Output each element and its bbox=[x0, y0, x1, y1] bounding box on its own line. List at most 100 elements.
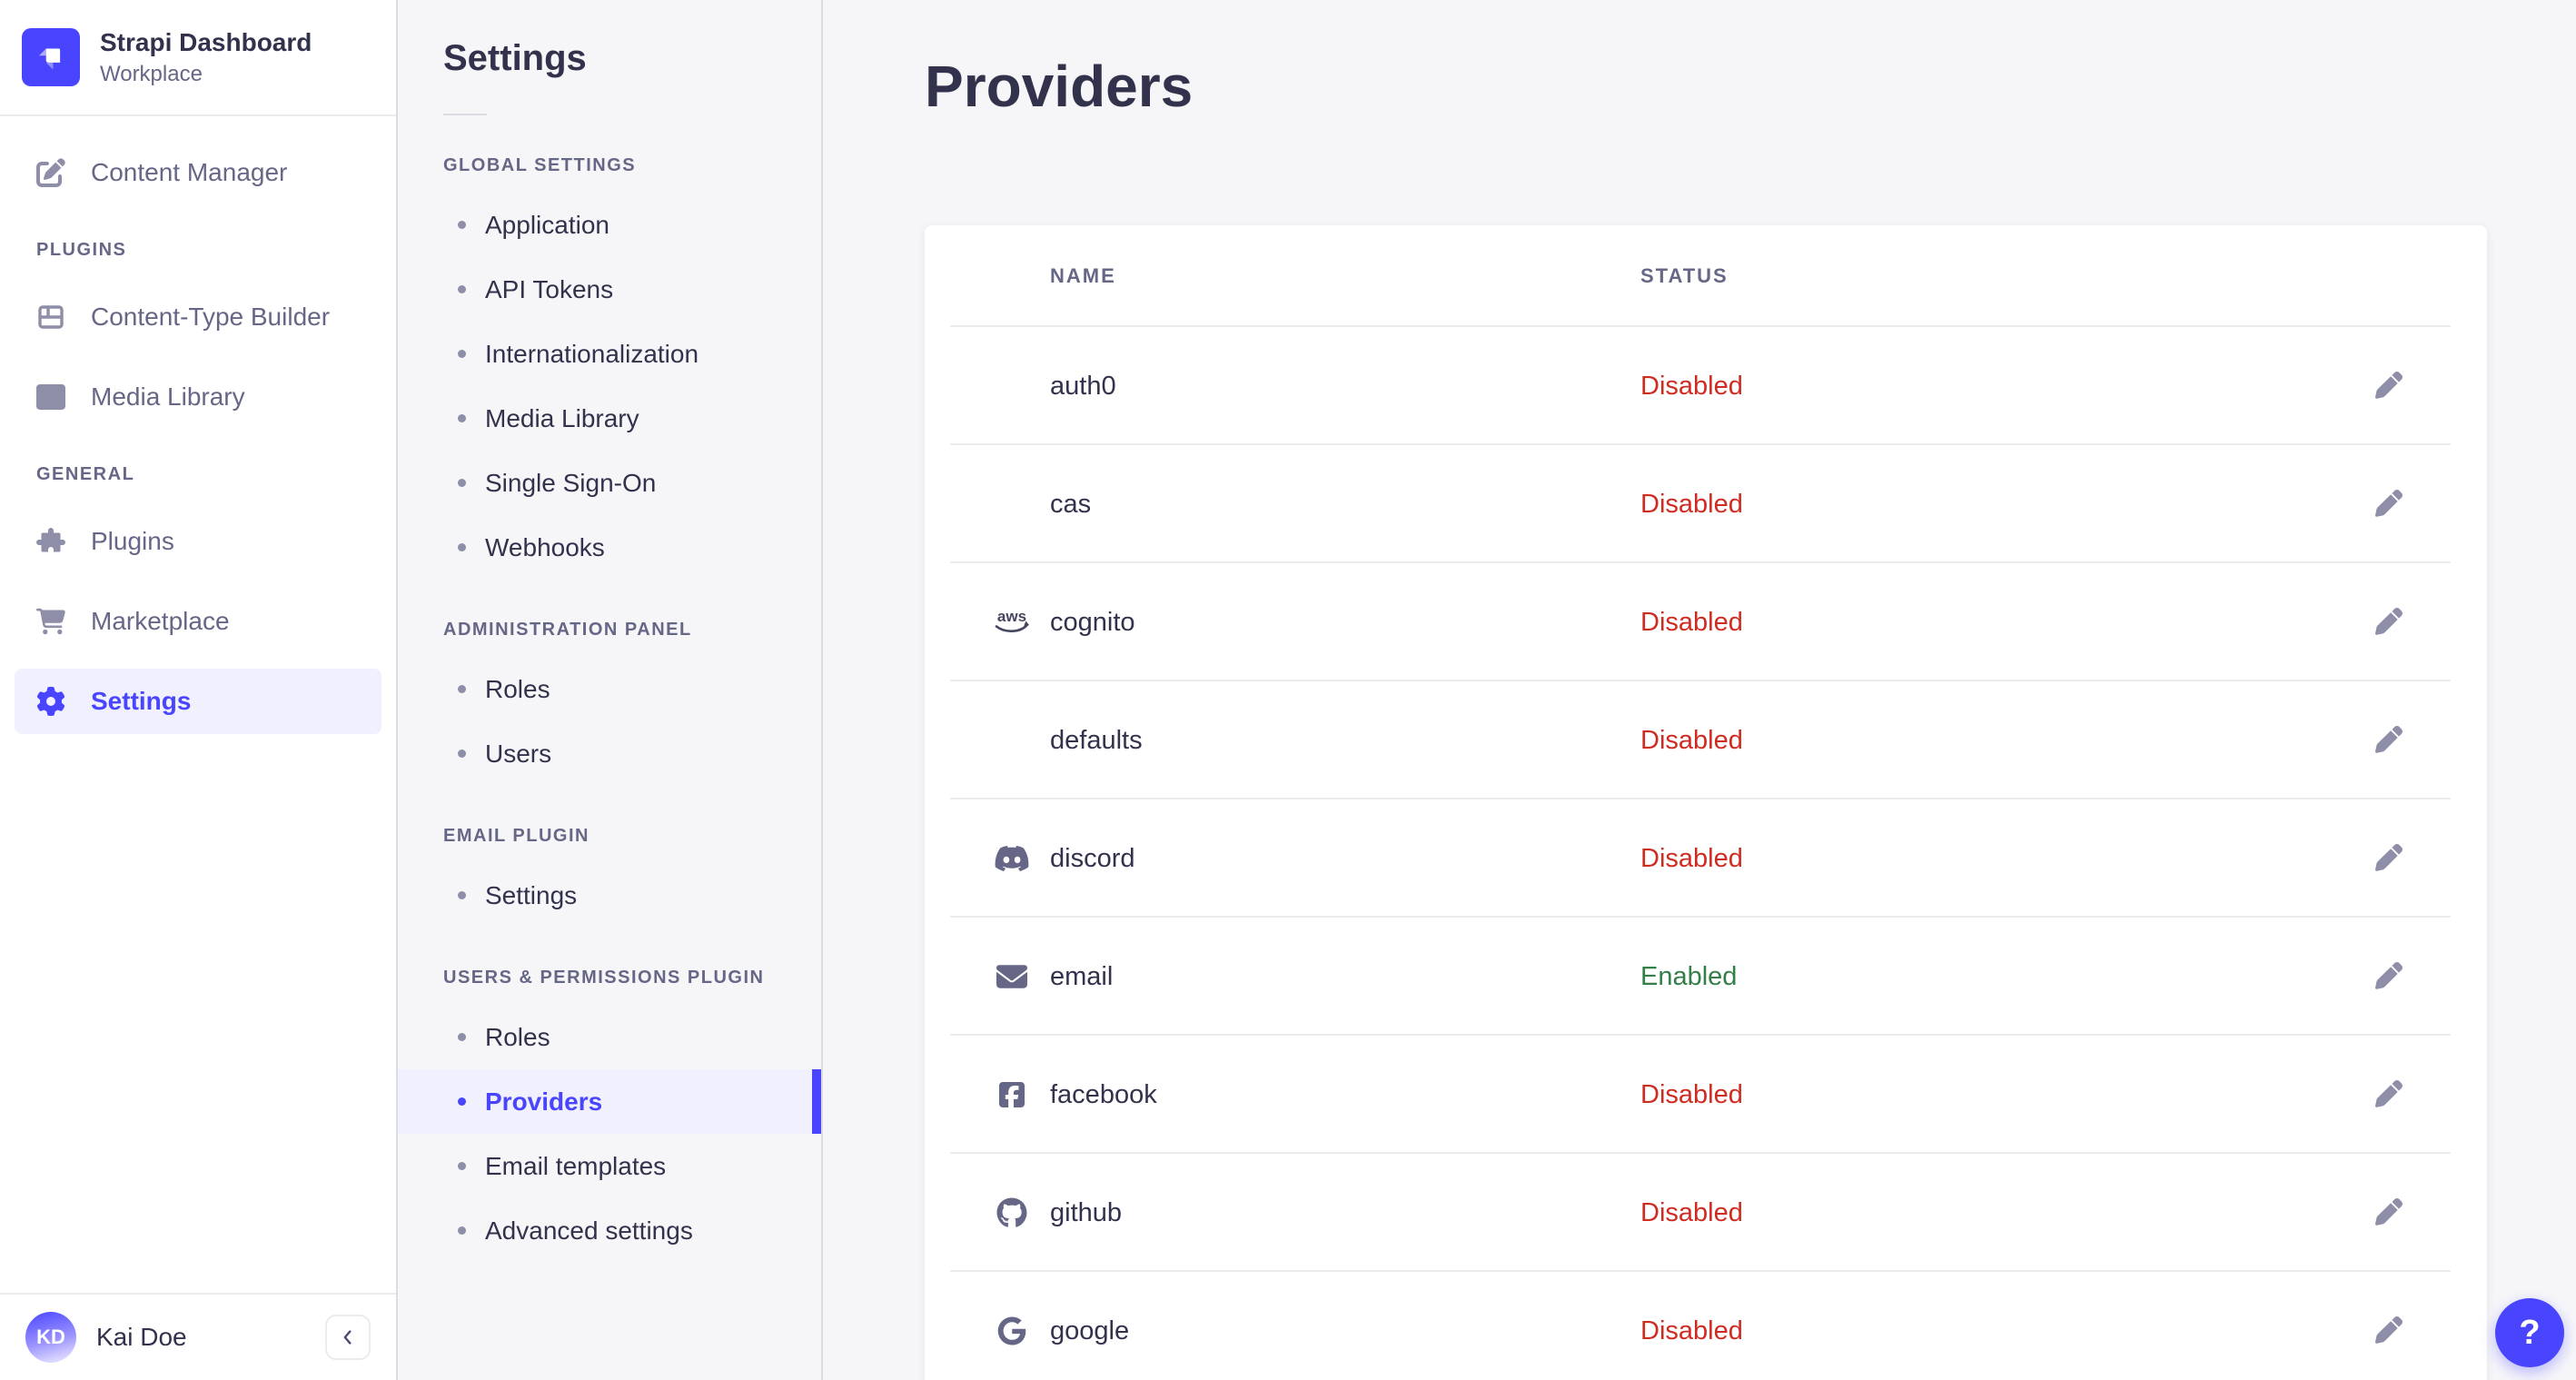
subnav-item-application[interactable]: Application bbox=[398, 193, 821, 257]
column-header-status: STATUS bbox=[1640, 264, 1729, 287]
subnav-item-roles[interactable]: Roles bbox=[398, 657, 821, 721]
table-row: discord Disabled bbox=[925, 799, 2487, 918]
bullet-icon bbox=[458, 543, 466, 551]
bullet-icon bbox=[458, 1097, 466, 1106]
provider-name: cognito bbox=[1050, 607, 1135, 637]
sidebar-nav: Content Manager PLUGINS Content-Type Bui… bbox=[0, 116, 396, 749]
provider-status: Disabled bbox=[1640, 489, 1743, 519]
subnav-item-api-tokens[interactable]: API Tokens bbox=[398, 257, 821, 322]
edit-provider-button[interactable] bbox=[2360, 829, 2418, 888]
subnav-item-label: Providers bbox=[485, 1087, 603, 1116]
subnav-section-label: EMAIL PLUGIN bbox=[443, 826, 590, 846]
subnav-section-label: GLOBAL SETTINGS bbox=[443, 155, 637, 175]
workspace-titles: Strapi Dashboard Workplace bbox=[100, 27, 312, 87]
subnav-item-users[interactable]: Users bbox=[398, 721, 821, 786]
subnav-item-settings[interactable]: Settings bbox=[398, 863, 821, 928]
content-type-builder-icon bbox=[38, 305, 64, 330]
google-icon bbox=[986, 1306, 1037, 1356]
bullet-icon bbox=[458, 891, 466, 899]
edit-provider-button[interactable] bbox=[2360, 593, 2418, 651]
sidebar-item-content-type-builder[interactable]: Content-Type Builder bbox=[15, 284, 381, 350]
subnav-sections: GLOBAL SETTINGS Application API Tokens Inte… bbox=[398, 155, 821, 1263]
provider-name: email bbox=[1050, 961, 1114, 991]
settings-subnav: Settings GLOBAL SETTINGS Application API T… bbox=[398, 0, 823, 1380]
bullet-icon bbox=[458, 1162, 466, 1170]
sidebar-item-label: Plugins bbox=[91, 527, 174, 556]
pencil-icon bbox=[2375, 725, 2403, 756]
sidebar-item-label: Settings bbox=[91, 687, 192, 716]
subnav-item-label: Settings bbox=[485, 880, 578, 909]
aws-icon: aws bbox=[986, 597, 1037, 648]
subnav-item-providers[interactable]: Providers bbox=[398, 1069, 821, 1134]
subnav-item-internationalization[interactable]: Internationalization bbox=[398, 322, 821, 386]
settings-gear-icon bbox=[36, 687, 65, 717]
edit-provider-button[interactable] bbox=[2360, 357, 2418, 415]
provider-status: Disabled bbox=[1640, 371, 1743, 401]
subnav-item-label: Media Library bbox=[485, 403, 639, 432]
pencil-icon bbox=[2375, 371, 2403, 402]
svg-text:aws: aws bbox=[997, 608, 1026, 625]
subnav-section: ADMINISTRATION PANEL Roles Users bbox=[398, 620, 821, 786]
user-name[interactable]: Kai Doe bbox=[96, 1323, 305, 1352]
subnav-item-advanced-settings[interactable]: Advanced settings bbox=[398, 1198, 821, 1263]
subnav-item-label: Webhooks bbox=[485, 532, 605, 561]
sidebar-item-label: Content Manager bbox=[91, 158, 288, 187]
pencil-icon bbox=[2375, 1197, 2403, 1228]
table-row: github Disabled bbox=[925, 1154, 2487, 1272]
marketplace-icon bbox=[36, 609, 65, 635]
subnav-title: Settings bbox=[443, 38, 587, 78]
subnav-item-media-library[interactable]: Media Library bbox=[398, 386, 821, 451]
provider-status: Disabled bbox=[1640, 725, 1743, 755]
sidebar-footer: KD Kai Doe bbox=[0, 1293, 396, 1380]
subnav-section: EMAIL PLUGIN Settings bbox=[398, 826, 821, 928]
pencil-icon bbox=[2375, 843, 2403, 874]
subnav-item-email-templates[interactable]: Email templates bbox=[398, 1134, 821, 1198]
pencil-icon bbox=[2375, 961, 2403, 992]
sidebar-item-content-manager[interactable]: Content Manager bbox=[15, 140, 381, 205]
sidebar-section-plugins: PLUGINS bbox=[36, 240, 127, 261]
workspace-header[interactable]: Strapi Dashboard Workplace bbox=[0, 0, 396, 117]
facebook-icon bbox=[986, 1069, 1037, 1120]
avatar[interactable]: KD bbox=[25, 1312, 76, 1363]
edit-provider-button[interactable] bbox=[2360, 711, 2418, 769]
table-row: auth0 Disabled bbox=[925, 327, 2487, 445]
subnav-item-label: Email templates bbox=[485, 1151, 667, 1180]
subnav-item-roles[interactable]: Roles bbox=[398, 1005, 821, 1069]
subnav-item-webhooks[interactable]: Webhooks bbox=[398, 515, 821, 580]
subnav-section: GLOBAL SETTINGS Application API Tokens Inte… bbox=[398, 155, 821, 580]
subnav-item-label: Roles bbox=[485, 1022, 550, 1051]
discord-icon bbox=[986, 833, 1037, 884]
bullet-icon bbox=[458, 350, 466, 358]
provider-status: Disabled bbox=[1640, 843, 1743, 873]
edit-provider-button[interactable] bbox=[2360, 1302, 2418, 1360]
bullet-icon bbox=[458, 285, 466, 293]
table-row: facebook Disabled bbox=[925, 1036, 2487, 1154]
bullet-icon bbox=[458, 414, 466, 422]
sidebar-item-media-library[interactable]: Media Library bbox=[15, 364, 381, 430]
sidebar-item-settings[interactable]: Settings bbox=[15, 669, 381, 735]
provider-status: Enabled bbox=[1640, 961, 1738, 991]
sidebar-item-marketplace[interactable]: Marketplace bbox=[15, 589, 381, 654]
help-button[interactable]: ? bbox=[2495, 1298, 2564, 1367]
edit-provider-button[interactable] bbox=[2360, 475, 2418, 533]
chevron-left-icon bbox=[343, 1330, 352, 1345]
content-manager-icon bbox=[36, 158, 65, 188]
edit-provider-button[interactable] bbox=[2360, 1184, 2418, 1242]
collapse-sidebar-button[interactable] bbox=[325, 1315, 371, 1360]
sidebar-item-label: Marketplace bbox=[91, 607, 230, 636]
subnav-section-label: ADMINISTRATION PANEL bbox=[443, 620, 692, 640]
sidebar-section-general: GENERAL bbox=[36, 464, 135, 485]
provider-status: Disabled bbox=[1640, 607, 1743, 637]
provider-status: Disabled bbox=[1640, 1315, 1743, 1345]
sidebar-item-plugins[interactable]: Plugins bbox=[15, 509, 381, 574]
subnav-item-single-sign-on[interactable]: Single Sign-On bbox=[398, 451, 821, 515]
edit-provider-button[interactable] bbox=[2360, 1066, 2418, 1124]
edit-provider-button[interactable] bbox=[2360, 948, 2418, 1006]
bullet-icon bbox=[458, 1226, 466, 1235]
provider-status: Disabled bbox=[1640, 1197, 1743, 1227]
github-icon bbox=[986, 1187, 1037, 1238]
bullet-icon bbox=[458, 685, 466, 693]
workspace-name: Workplace bbox=[100, 61, 203, 86]
table-row: aws cognito Disabled bbox=[925, 563, 2487, 681]
table-row: cas Disabled bbox=[925, 445, 2487, 563]
